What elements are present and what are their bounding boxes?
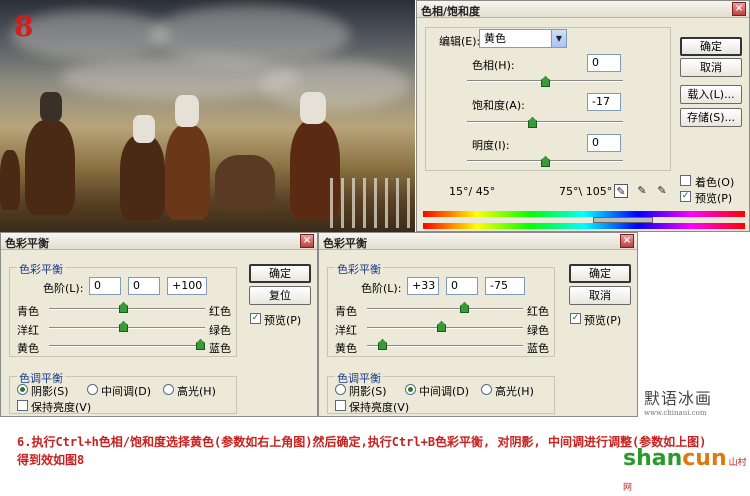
levels-field-1[interactable]: +33 [407, 277, 439, 295]
saturation-field[interactable]: -17 [587, 93, 621, 111]
lightness-field[interactable]: 0 [587, 134, 621, 152]
logo-text: 默语冰画 [644, 389, 713, 408]
highlights-label: 高光(H) [177, 385, 216, 398]
yellow-label: 黄色 [17, 342, 39, 355]
midtones-radio[interactable] [405, 384, 416, 395]
balance-left-group-title: 色彩平衡 [17, 261, 65, 277]
range-left-label: 15°/ 45° [449, 185, 496, 198]
saturation-slider-track[interactable] [467, 121, 623, 123]
hue-dialog-title: 色相/饱和度 [421, 5, 481, 18]
preserve-luminosity-label: 保持亮度(V) [349, 401, 410, 414]
red-label: 红色 [527, 305, 549, 318]
horse-riders-photo: 8 [0, 0, 415, 232]
load-button[interactable]: 载入(L)... [680, 85, 742, 104]
brand-logo: shancun 山村网 [623, 446, 750, 496]
adjusted-spectrum-bar [423, 223, 745, 229]
balance-right-preview-label: 预览(P) [584, 314, 622, 327]
balance-right-group-title: 色彩平衡 [335, 261, 383, 277]
highlights-radio[interactable] [163, 384, 174, 395]
chevron-down-icon[interactable]: ▼ [551, 30, 566, 47]
logo-url: www.chinaui.com [644, 409, 707, 417]
balance-right-titlebar[interactable]: 色彩平衡 × [319, 233, 637, 250]
ok-button[interactable]: 确定 [249, 264, 311, 283]
edit-select-value: 黄色 [484, 32, 506, 45]
brand-part-1: shan [623, 446, 683, 471]
yellow-blue-slider-track[interactable] [367, 345, 523, 347]
balance-right-title: 色彩平衡 [323, 237, 367, 250]
close-icon[interactable]: × [732, 2, 746, 16]
levels-label: 色阶(L): [361, 282, 402, 295]
range-selector[interactable] [593, 217, 653, 223]
step-number: 8 [14, 10, 34, 43]
levels-field-3[interactable]: +100 [167, 277, 207, 295]
save-button[interactable]: 存储(S)... [680, 108, 742, 127]
hue-dialog-titlebar[interactable]: 色相/饱和度 × [417, 1, 749, 18]
eyedropper-icon[interactable]: ✎ [614, 184, 628, 198]
midtones-radio[interactable] [87, 384, 98, 395]
green-label: 绿色 [527, 324, 549, 337]
cancel-button[interactable]: 取消 [680, 58, 742, 77]
lightness-label: 明度(I): [472, 139, 510, 152]
balance-left-preview-checkbox[interactable]: ✓ [250, 313, 261, 324]
blue-label: 蓝色 [527, 342, 549, 355]
color-spectrum-bar [423, 211, 745, 217]
yellow-blue-slider-track[interactable] [49, 345, 205, 347]
levels-label: 色阶(L): [43, 282, 84, 295]
highlights-label: 高光(H) [495, 385, 534, 398]
balance-right-preview-checkbox[interactable]: ✓ [570, 313, 581, 324]
cancel-button[interactable]: 取消 [569, 286, 631, 305]
color-balance-dialog-midtones: 色彩平衡 × 色彩平衡 色阶(L): +33 0 -75 青色 红色 洋红 绿色… [318, 232, 638, 417]
hue-preview-checkbox[interactable]: ✓ [680, 191, 691, 202]
levels-field-3[interactable]: -75 [485, 277, 525, 295]
shadows-radio[interactable] [335, 384, 346, 395]
yellow-label: 黄色 [335, 342, 357, 355]
saturation-label: 饱和度(A): [472, 99, 525, 112]
magenta-label: 洋红 [335, 324, 357, 337]
ok-button[interactable]: 确定 [569, 264, 631, 283]
balance-left-preview-label: 预览(P) [264, 314, 302, 327]
magenta-label: 洋红 [17, 324, 39, 337]
edit-label: 编辑(E): [439, 35, 481, 48]
balance-left-titlebar[interactable]: 色彩平衡 × [1, 233, 317, 250]
shadows-label: 阴影(S) [349, 385, 387, 398]
cyan-red-slider-track[interactable] [367, 308, 523, 310]
ok-button[interactable]: 确定 [680, 37, 742, 56]
highlights-radio[interactable] [481, 384, 492, 395]
hue-saturation-dialog: 色相/饱和度 × 编辑(E): 黄色 ▼ 色相(H): 0 饱和度(A): -1… [416, 0, 750, 232]
preserve-luminosity-checkbox[interactable] [17, 400, 28, 411]
range-right-label: 75°\ 105° [559, 185, 613, 198]
colorize-checkbox[interactable] [680, 175, 691, 186]
eyedropper-minus-icon[interactable]: ✎ [655, 184, 669, 198]
hue-field[interactable]: 0 [587, 54, 621, 72]
balance-left-title: 色彩平衡 [5, 237, 49, 250]
red-label: 红色 [209, 305, 231, 318]
close-icon[interactable]: × [620, 234, 634, 248]
levels-field-2[interactable]: 0 [128, 277, 160, 295]
blue-label: 蓝色 [209, 342, 231, 355]
cyan-label: 青色 [17, 305, 39, 318]
colorize-label: 着色(O) [695, 176, 735, 189]
hue-label: 色相(H): [472, 59, 515, 72]
color-balance-dialog-shadows: 色彩平衡 × 色彩平衡 色阶(L): 0 0 +100 青色 红色 洋红 绿色 … [0, 232, 318, 417]
levels-field-1[interactable]: 0 [89, 277, 121, 295]
shadows-label: 阴影(S) [31, 385, 69, 398]
brand-part-2: cun [682, 446, 727, 471]
reset-button[interactable]: 复位 [249, 286, 311, 305]
hue-preview-label: 预览(P) [695, 192, 733, 205]
cyan-label: 青色 [335, 305, 357, 318]
midtones-label: 中间调(D) [419, 385, 470, 398]
preserve-luminosity-checkbox[interactable] [335, 400, 346, 411]
watermark-logo: 默语冰画 www.chinaui.com [644, 385, 712, 417]
edit-select[interactable]: 黄色 ▼ [479, 29, 567, 48]
eyedropper-plus-icon[interactable]: ✎ [635, 184, 649, 198]
midtones-label: 中间调(D) [101, 385, 152, 398]
preserve-luminosity-label: 保持亮度(V) [31, 401, 92, 414]
green-label: 绿色 [209, 324, 231, 337]
shadows-radio[interactable] [17, 384, 28, 395]
levels-field-2[interactable]: 0 [446, 277, 478, 295]
close-icon[interactable]: × [300, 234, 314, 248]
